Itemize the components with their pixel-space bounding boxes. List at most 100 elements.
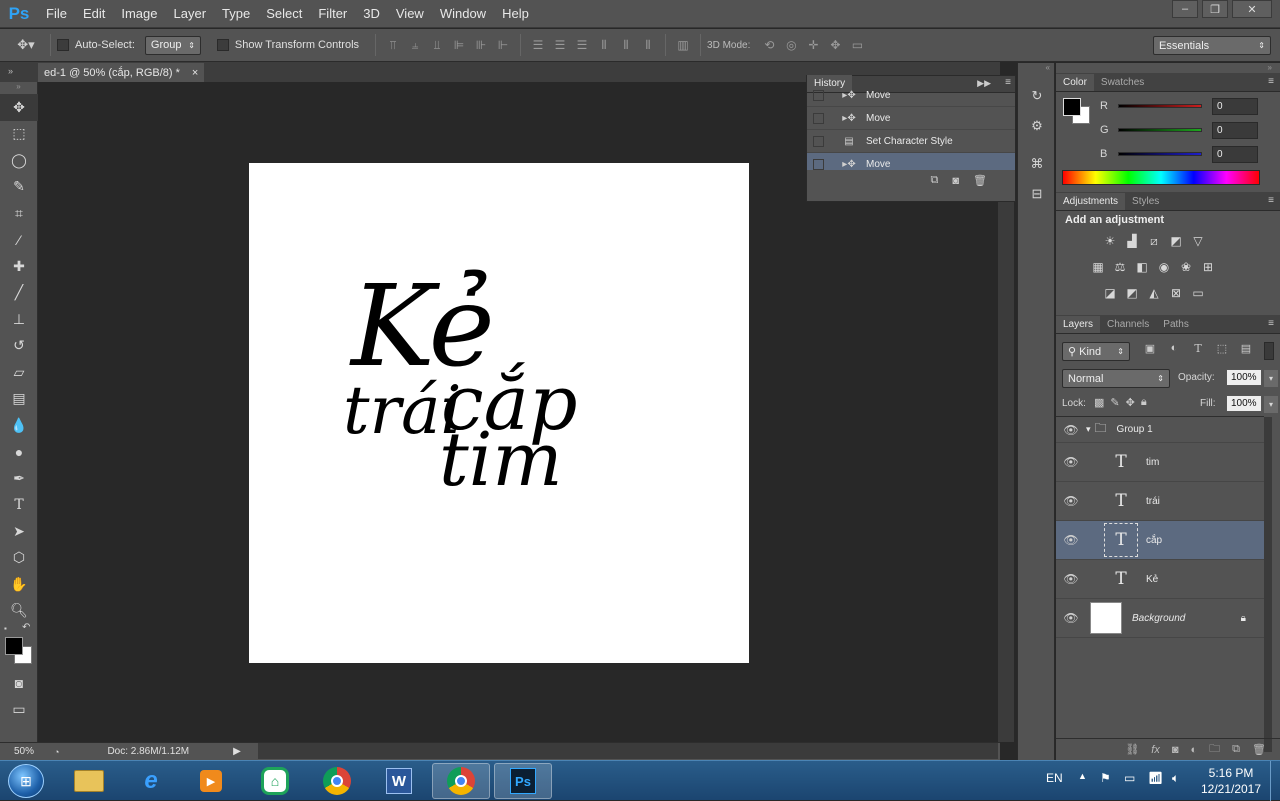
- network-signal-icon[interactable]: 📶︎: [1148, 771, 1163, 785]
- fill-input[interactable]: 100%: [1226, 395, 1262, 412]
- visibility-eye-icon[interactable]: 👁︎: [1056, 423, 1086, 437]
- color-lookup-icon[interactable]: ⊞: [1197, 256, 1219, 278]
- status-menu-arrow-icon[interactable]: ▶: [233, 746, 241, 757]
- channel-mixer-icon[interactable]: ❀: [1175, 256, 1197, 278]
- zoom-tool-icon[interactable]: 🔍︎: [0, 598, 38, 625]
- marquee-tool-icon[interactable]: ⬚: [0, 121, 38, 148]
- delete-layer-icon[interactable]: 🗑︎: [1252, 743, 1266, 756]
- history-panel-icon[interactable]: ↻: [1018, 81, 1056, 111]
- tab-swatches[interactable]: Swatches: [1094, 74, 1151, 91]
- history-item[interactable]: ▸✥ Move: [807, 107, 1015, 130]
- align-vcenter-icon[interactable]: ⫨: [404, 35, 426, 55]
- history-brush-tool-icon[interactable]: ↺: [0, 333, 38, 360]
- history-snapshot-checkbox[interactable]: [813, 135, 824, 147]
- layer-style-fx-icon[interactable]: fx: [1151, 744, 1160, 756]
- menu-view[interactable]: View: [388, 0, 432, 28]
- layer-row[interactable]: 👁︎ T Kẻ: [1056, 560, 1264, 599]
- posterize-icon[interactable]: ◩: [1121, 282, 1143, 304]
- lasso-tool-icon[interactable]: ◯: [0, 147, 38, 174]
- word-taskbar-button[interactable]: W: [370, 763, 428, 799]
- chrome-taskbar-button-2[interactable]: [432, 763, 490, 799]
- tab-color[interactable]: Color: [1056, 74, 1094, 91]
- photoshop-taskbar-button[interactable]: Ps: [494, 763, 552, 799]
- gradient-tool-icon[interactable]: ▤: [0, 386, 38, 413]
- opacity-input[interactable]: 100%: [1226, 369, 1262, 386]
- lock-position-icon[interactable]: ✥: [1126, 396, 1135, 409]
- align-right-icon[interactable]: ⊩: [492, 35, 514, 55]
- menu-select[interactable]: Select: [258, 0, 310, 28]
- color-spectrum-ramp[interactable]: [1062, 170, 1260, 185]
- distribute-left-icon[interactable]: ⦀: [593, 35, 615, 55]
- filter-toggle[interactable]: [1264, 342, 1274, 360]
- snapshot-camera-icon[interactable]: ◙: [952, 175, 959, 187]
- link-layers-icon[interactable]: ⛓︎: [1125, 743, 1139, 756]
- lock-icon[interactable]: 🔒︎: [1241, 613, 1246, 624]
- menu-type[interactable]: Type: [214, 0, 258, 28]
- selective-color-icon[interactable]: ⊠: [1165, 282, 1187, 304]
- visibility-eye-icon[interactable]: 👁︎: [1056, 455, 1086, 469]
- visibility-eye-icon[interactable]: 👁︎: [1056, 494, 1086, 508]
- visibility-eye-icon[interactable]: 👁︎: [1056, 572, 1086, 586]
- default-colors-icon[interactable]: ▪: [4, 624, 7, 633]
- pen-tool-icon[interactable]: ✒: [0, 465, 38, 492]
- volume-icon[interactable]: 🔈︎: [1172, 771, 1179, 786]
- blur-tool-icon[interactable]: 💧: [0, 412, 38, 439]
- minimize-button[interactable]: –: [1172, 0, 1198, 18]
- quick-mask-icon[interactable]: ◙: [0, 670, 38, 697]
- menu-3d[interactable]: 3D: [355, 0, 388, 28]
- new-adjustment-layer-icon[interactable]: ◐: [1191, 744, 1198, 756]
- visibility-eye-icon[interactable]: 👁︎: [1056, 533, 1086, 547]
- layer-row[interactable]: 👁︎ T cắp: [1056, 521, 1264, 560]
- panel-menu-icon[interactable]: ≡: [1268, 76, 1274, 87]
- quick-select-tool-icon[interactable]: ✎: [0, 174, 38, 201]
- auto-align-icon[interactable]: ▥: [672, 35, 694, 55]
- path-select-tool-icon[interactable]: ➤: [0, 518, 38, 545]
- 3d-rotate-icon[interactable]: ⟲: [758, 35, 780, 55]
- history-snapshot-checkbox[interactable]: [813, 89, 824, 101]
- media-player-taskbar-button[interactable]: ▶: [182, 763, 240, 799]
- move-tool-preset-icon[interactable]: ✥▾: [8, 34, 44, 56]
- explorer-taskbar-button[interactable]: [60, 763, 118, 799]
- zoom-level[interactable]: 50%: [14, 746, 50, 757]
- tab-adjustments[interactable]: Adjustments: [1056, 193, 1126, 210]
- layers-scrollbar[interactable]: [1264, 417, 1272, 752]
- blend-mode-dropdown[interactable]: Normal ⇕: [1062, 369, 1170, 388]
- align-bottom-icon[interactable]: ⫫: [426, 35, 448, 55]
- distribute-right-icon[interactable]: ⦀: [637, 35, 659, 55]
- black-white-icon[interactable]: ◧: [1131, 256, 1153, 278]
- move-tool-icon[interactable]: ✥: [0, 94, 38, 121]
- photo-filter-icon[interactable]: ◉: [1153, 256, 1175, 278]
- expand-arrow-icon[interactable]: ▾: [1086, 424, 1091, 435]
- curves-icon[interactable]: ⧄: [1143, 231, 1165, 253]
- 3d-scale-icon[interactable]: ▭: [846, 35, 868, 55]
- panel-menu-icon[interactable]: ≡: [1268, 318, 1274, 329]
- layer-row[interactable]: 👁︎ T trái: [1056, 482, 1264, 521]
- menu-file[interactable]: File: [38, 0, 75, 28]
- text-tim[interactable]: tim: [439, 423, 563, 497]
- exposure-icon[interactable]: ◩: [1165, 230, 1187, 252]
- auto-select-checkbox[interactable]: [57, 39, 69, 51]
- crop-tool-icon[interactable]: ⌗: [0, 200, 38, 227]
- lock-all-icon[interactable]: 🔒︎: [1141, 396, 1147, 409]
- start-button[interactable]: ⊞: [8, 764, 44, 798]
- history-snapshot-checkbox[interactable]: [813, 112, 824, 124]
- layer-row[interactable]: 👁︎ T tim: [1056, 443, 1264, 482]
- new-group-icon[interactable]: 🗀︎: [1209, 740, 1220, 759]
- hue-saturation-icon[interactable]: ▦: [1087, 256, 1109, 278]
- filter-shape-icon[interactable]: ⬚: [1212, 342, 1232, 355]
- hand-tool-icon[interactable]: ✋: [0, 571, 38, 598]
- filter-pixel-icon[interactable]: ▣: [1140, 342, 1160, 355]
- menu-image[interactable]: Image: [113, 0, 165, 28]
- trash-icon[interactable]: 🗑︎: [973, 174, 987, 187]
- blue-slider[interactable]: [1118, 152, 1202, 156]
- lock-image-icon[interactable]: ✎: [1110, 396, 1119, 409]
- vibrance-icon[interactable]: ▽: [1187, 230, 1209, 252]
- workspace-dropdown[interactable]: Essentials ⇕: [1153, 36, 1271, 55]
- app-taskbar-button[interactable]: ⌂: [246, 763, 304, 799]
- eraser-tool-icon[interactable]: ▱: [0, 359, 38, 386]
- menu-help[interactable]: Help: [494, 0, 537, 28]
- red-value-input[interactable]: 0: [1212, 97, 1258, 115]
- new-layer-icon[interactable]: ⧉: [1232, 743, 1240, 756]
- document-tab[interactable]: ed-1 @ 50% (cắp, RGB/8) * ×: [38, 63, 205, 82]
- history-item[interactable]: ▤ Set Character Style: [807, 130, 1015, 153]
